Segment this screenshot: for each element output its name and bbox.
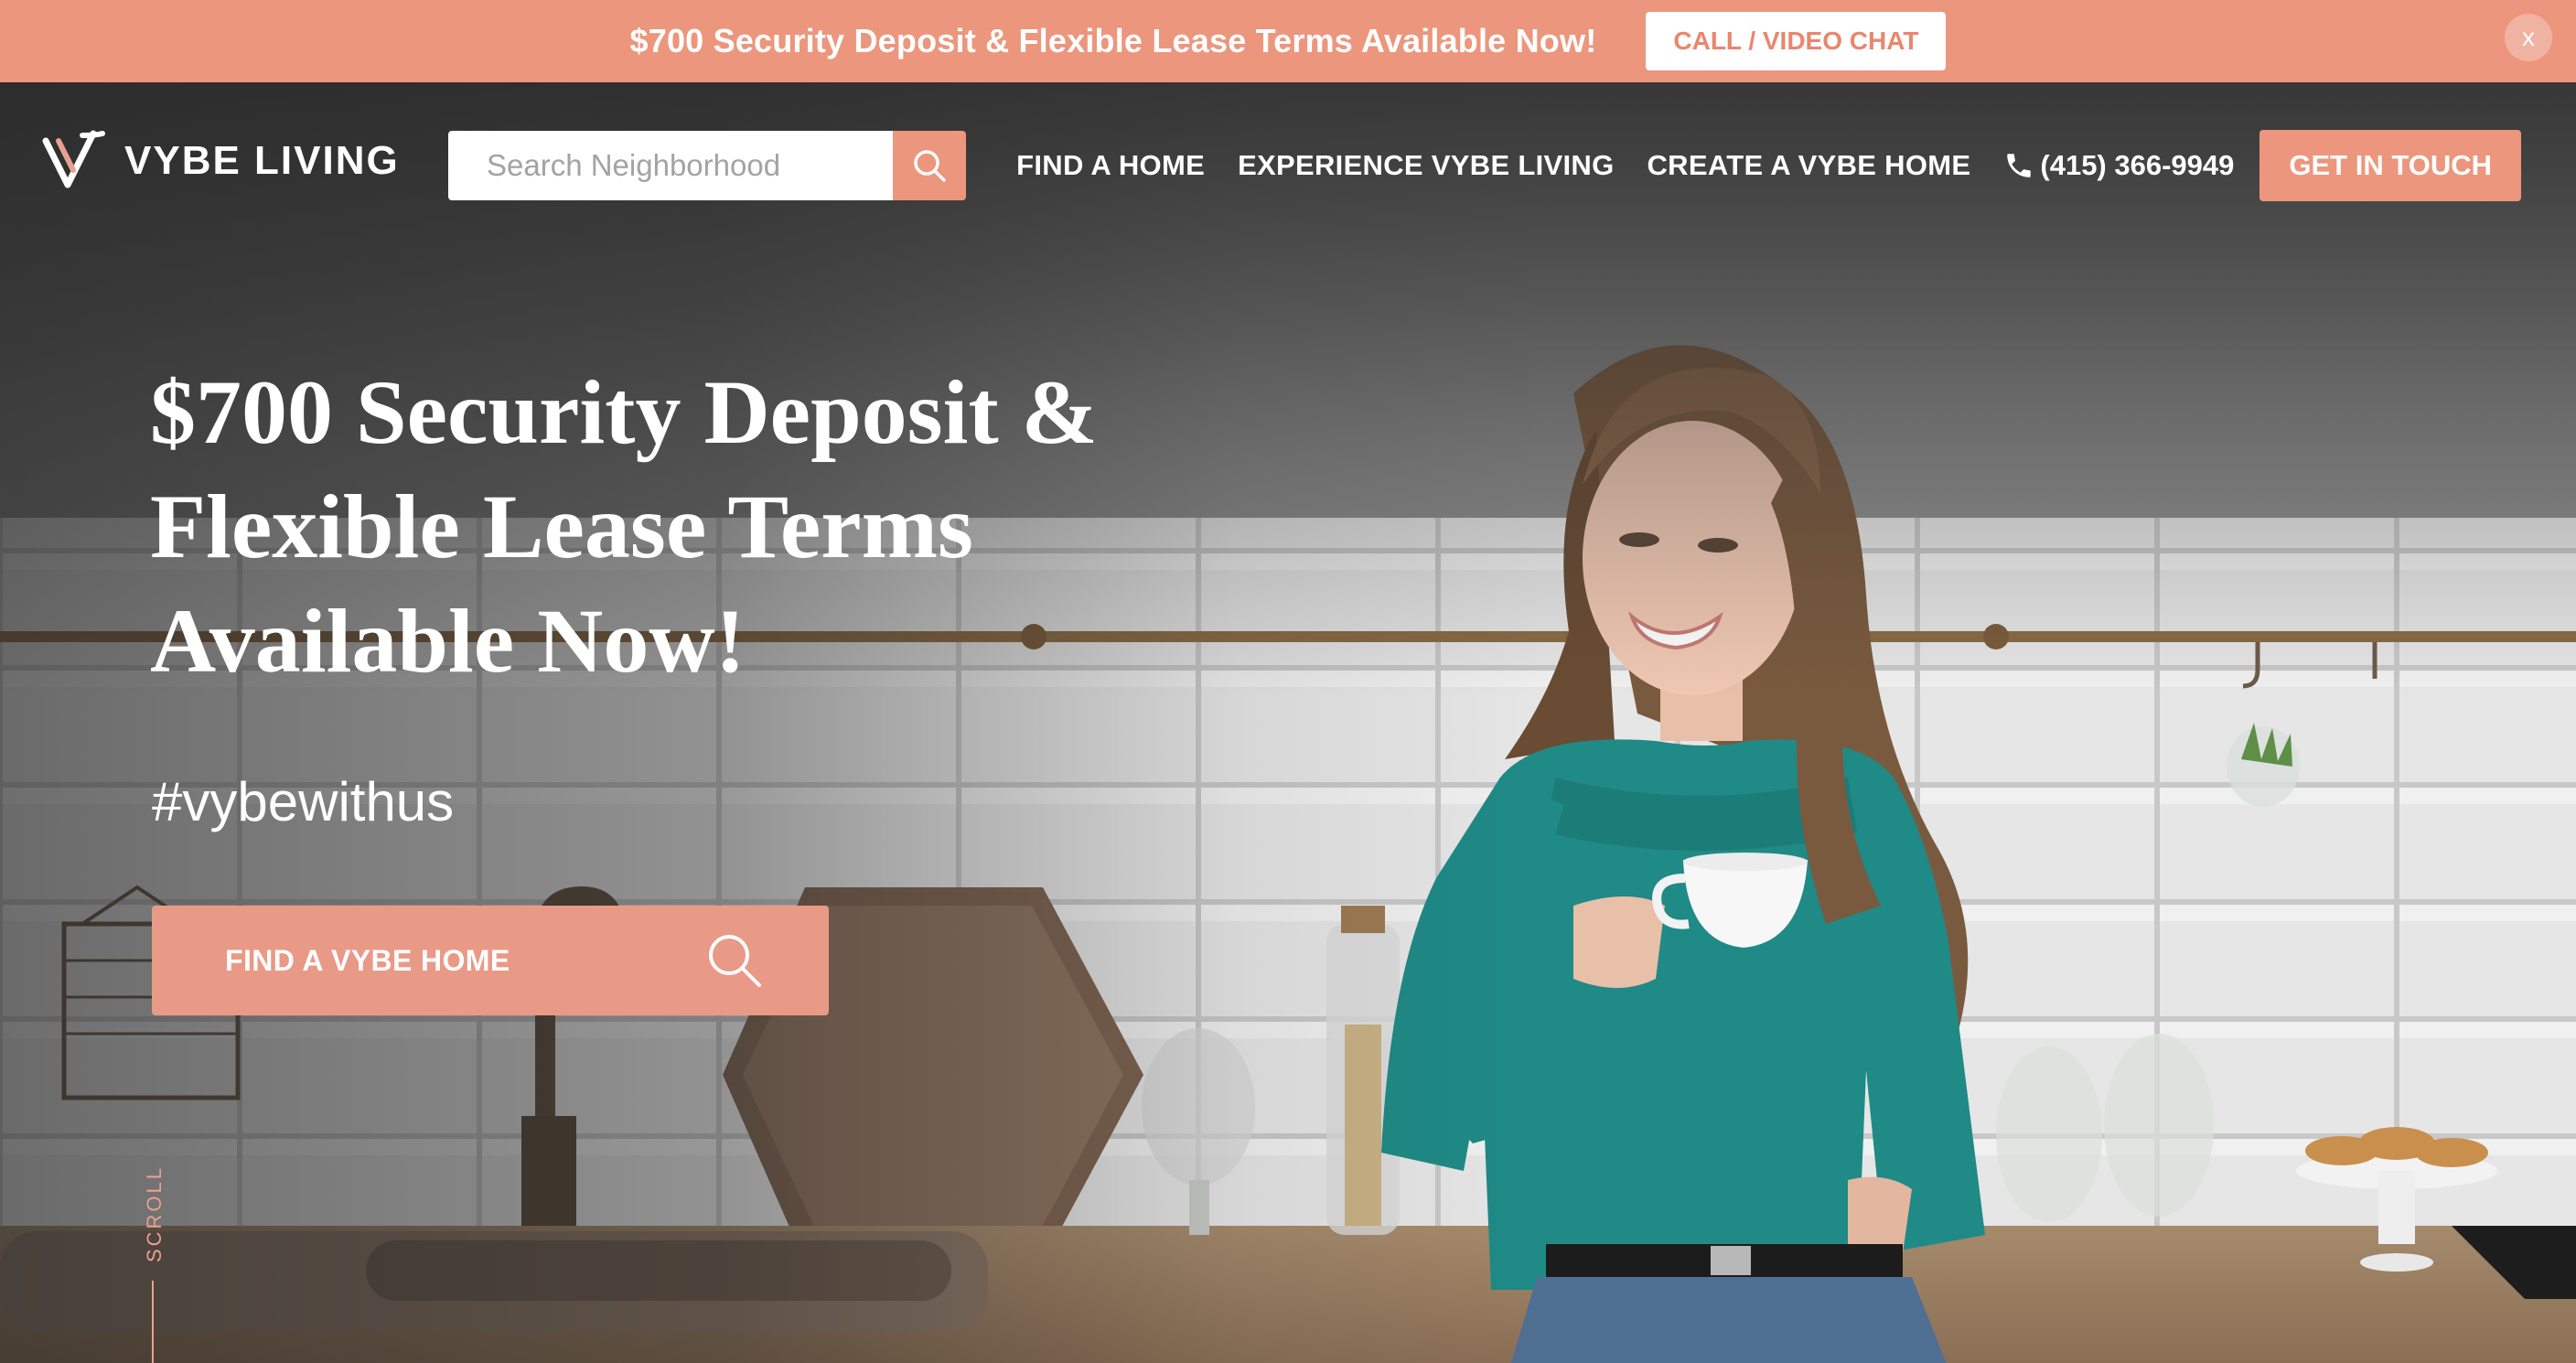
hero-title-line-3: Available Now! <box>150 590 746 692</box>
search-button[interactable] <box>893 131 966 200</box>
hero-section <box>0 82 2576 1363</box>
scroll-line <box>152 1281 154 1363</box>
hero-overlay <box>0 82 2576 1363</box>
hero-title: $700 Security Deposit & Flexible Lease T… <box>150 355 1193 698</box>
find-a-vybe-home-label: FIND A VYBE HOME <box>225 943 510 977</box>
logo-text: VYBE LIVING <box>124 138 400 183</box>
phone-number: (415) 366-9949 <box>2040 149 2235 181</box>
search-icon <box>914 150 946 182</box>
nav-links: FIND A HOME EXPERIENCE VYBE LIVING CREAT… <box>1016 130 2521 201</box>
logo[interactable]: VYBE LIVING <box>42 128 400 194</box>
search-icon <box>709 935 761 987</box>
hero-title-line-1: $700 Security Deposit & <box>150 361 1098 463</box>
promo-banner-text: $700 Security Deposit & Flexible Lease T… <box>629 22 1597 59</box>
close-icon[interactable]: x <box>2505 14 2552 61</box>
scroll-label: SCROLL <box>143 1164 166 1262</box>
vybe-logo-icon <box>42 130 105 188</box>
get-in-touch-button[interactable]: GET IN TOUCH <box>2259 130 2521 201</box>
scroll-indicator[interactable]: SCROLL <box>139 1164 176 1268</box>
search-input[interactable] <box>448 131 893 200</box>
promo-banner: $700 Security Deposit & Flexible Lease T… <box>0 0 2576 82</box>
neighborhood-search <box>448 131 966 200</box>
phone-link[interactable]: (415) 366-9949 <box>2003 149 2234 182</box>
main-navigation: VYBE LIVING FIND A HOME EXPERIENCE VYBE … <box>0 82 2576 249</box>
find-a-vybe-home-button[interactable]: FIND A VYBE HOME <box>152 906 829 1015</box>
call-video-chat-button[interactable]: CALL / VIDEO CHAT <box>1646 12 1947 70</box>
nav-find-a-home[interactable]: FIND A HOME <box>1016 149 1205 182</box>
hero-title-line-2: Flexible Lease Terms <box>150 476 973 577</box>
nav-experience-vybe-living[interactable]: EXPERIENCE VYBE LIVING <box>1238 149 1614 182</box>
hashtag: #vybewithus <box>152 771 455 832</box>
nav-create-a-vybe-home[interactable]: CREATE A VYBE HOME <box>1647 149 1970 182</box>
phone-icon <box>2007 154 2032 177</box>
